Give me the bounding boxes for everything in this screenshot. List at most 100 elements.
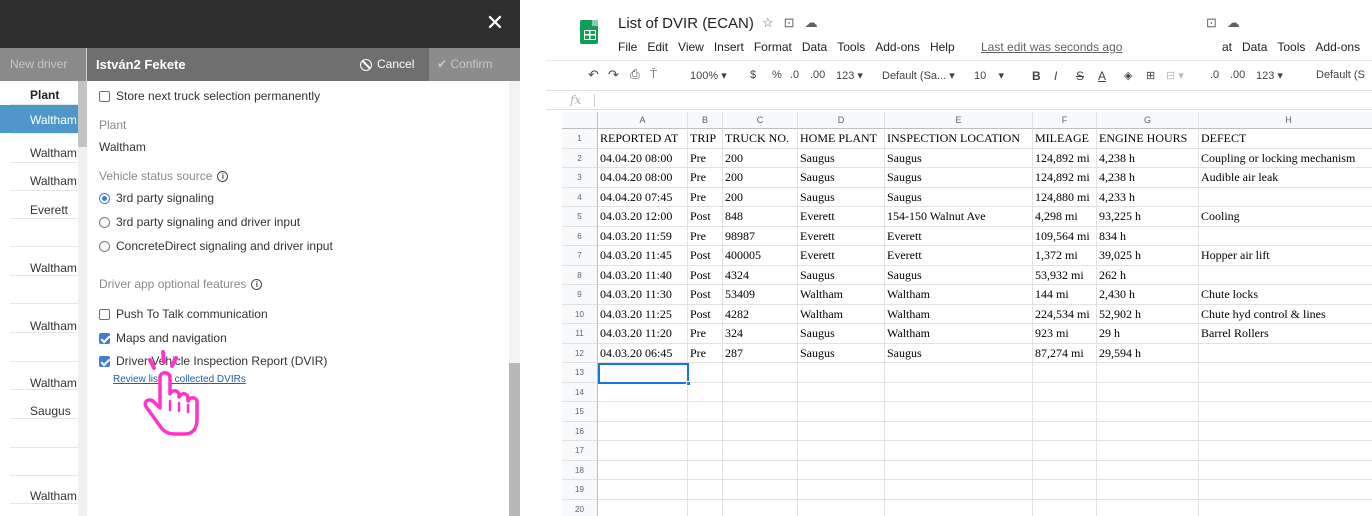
- empty-cell[interactable]: [723, 421, 798, 441]
- empty-cell[interactable]: [798, 421, 885, 441]
- empty-cell[interactable]: [1033, 480, 1097, 500]
- empty-cell[interactable]: [798, 402, 885, 422]
- table-cell[interactable]: Pre: [688, 324, 723, 344]
- empty-cell[interactable]: [598, 441, 688, 461]
- row-header[interactable]: 17: [562, 441, 598, 461]
- empty-cell[interactable]: [1097, 382, 1199, 402]
- print-icon[interactable]: ⎙: [630, 67, 640, 82]
- table-cell[interactable]: Everett: [885, 226, 1033, 246]
- table-cell[interactable]: INSPECTION LOCATION: [885, 129, 1033, 149]
- text-color-button[interactable]: A: [1098, 69, 1106, 83]
- empty-cell[interactable]: [598, 480, 688, 500]
- driver-list-plant[interactable]: Everett: [30, 203, 68, 217]
- row-header[interactable]: 18: [562, 460, 598, 480]
- empty-cell[interactable]: [798, 382, 885, 402]
- table-cell[interactable]: 154-150 Walnut Ave: [885, 207, 1033, 227]
- driver-list-plant[interactable]: Waltham: [30, 146, 77, 160]
- empty-cell[interactable]: [798, 363, 885, 383]
- empty-cell[interactable]: [1199, 266, 1372, 285]
- increase-decimal-button-2[interactable]: .00: [1230, 69, 1245, 81]
- table-cell[interactable]: Coupling or locking mechanism: [1199, 149, 1372, 168]
- table-cell[interactable]: 04.03.20 11:30: [598, 285, 688, 305]
- table-cell[interactable]: 53,932 mi: [1033, 265, 1097, 285]
- cloud-status-icon[interactable]: ☁: [805, 15, 818, 31]
- empty-cell[interactable]: [1097, 421, 1199, 441]
- column-header-b[interactable]: B: [688, 112, 723, 129]
- redo-icon[interactable]: ↷: [608, 67, 619, 83]
- increase-decimal-button[interactable]: .00: [810, 69, 825, 81]
- empty-cell[interactable]: [688, 382, 723, 402]
- empty-cell[interactable]: [1199, 500, 1372, 516]
- currency-button[interactable]: $: [750, 69, 756, 81]
- row-header[interactable]: 11: [562, 324, 598, 344]
- dvir-checkbox[interactable]: [99, 355, 110, 367]
- table-cell[interactable]: Everett: [798, 226, 885, 246]
- fill-handle[interactable]: [686, 380, 691, 386]
- feature-push-to-talk[interactable]: Push To Talk communication: [99, 307, 268, 321]
- driver-list-plant[interactable]: Waltham: [30, 489, 77, 503]
- list-scrollbar[interactable]: [78, 81, 87, 516]
- table-cell[interactable]: 4324: [723, 265, 798, 285]
- table-cell[interactable]: 04.03.20 12:00: [598, 207, 688, 227]
- table-cell[interactable]: 4,298 mi: [1033, 207, 1097, 227]
- table-cell[interactable]: 04.03.20 11:20: [598, 324, 688, 344]
- new-driver-button[interactable]: New driver: [0, 48, 86, 81]
- empty-cell[interactable]: [1033, 421, 1097, 441]
- menu-add-ons[interactable]: Add-ons: [875, 40, 920, 54]
- table-cell[interactable]: 29,594 h: [1097, 343, 1199, 363]
- table-cell[interactable]: HOME PLANT: [798, 129, 885, 149]
- empty-cell[interactable]: [1097, 363, 1199, 383]
- table-cell[interactable]: 200: [723, 187, 798, 207]
- table-cell[interactable]: 04.03.20 11:45: [598, 246, 688, 266]
- borders-icon[interactable]: ⊞: [1146, 69, 1155, 82]
- empty-cell[interactable]: [598, 421, 688, 441]
- table-cell[interactable]: Saugus: [798, 168, 885, 188]
- empty-cell[interactable]: [1199, 480, 1372, 500]
- table-cell[interactable]: 04.04.20 08:00: [598, 168, 688, 188]
- table-cell[interactable]: 04.04.20 07:45: [598, 187, 688, 207]
- selected-cell-outline[interactable]: [598, 363, 689, 384]
- empty-cell[interactable]: [688, 460, 723, 480]
- empty-cell[interactable]: [598, 402, 688, 422]
- radio-icon[interactable]: [99, 216, 110, 228]
- row-header[interactable]: 2: [562, 148, 598, 168]
- table-cell[interactable]: 04.03.20 11:59: [598, 226, 688, 246]
- table-cell[interactable]: 4,238 h: [1097, 148, 1199, 168]
- table-cell[interactable]: Post: [688, 265, 723, 285]
- driver-list-plant[interactable]: Waltham: [30, 319, 77, 333]
- menu-tools[interactable]: Tools: [837, 40, 865, 54]
- row-header[interactable]: 13: [562, 363, 598, 383]
- table-cell[interactable]: Pre: [688, 187, 723, 207]
- last-edit-link[interactable]: Last edit was seconds ago: [981, 40, 1122, 54]
- menu-file[interactable]: File: [618, 40, 637, 54]
- table-cell[interactable]: Saugus: [798, 343, 885, 363]
- empty-cell[interactable]: [688, 480, 723, 500]
- radio-icon[interactable]: [99, 192, 110, 204]
- table-cell[interactable]: Waltham: [885, 304, 1033, 324]
- empty-cell[interactable]: [798, 480, 885, 500]
- row-header[interactable]: 9: [562, 285, 598, 305]
- close-icon[interactable]: ✕: [482, 10, 508, 36]
- font-select[interactable]: Default (Sa... ▾: [882, 69, 955, 82]
- empty-cell[interactable]: [1199, 227, 1372, 246]
- decrease-decimal-button-2[interactable]: .0: [1210, 69, 1219, 81]
- cancel-button[interactable]: Cancel: [360, 48, 414, 81]
- store-truck-checkbox[interactable]: [99, 90, 110, 102]
- font-select-2[interactable]: Default (S: [1316, 69, 1365, 81]
- strikethrough-button[interactable]: S: [1076, 69, 1084, 83]
- fill-color-icon[interactable]: ◈: [1124, 69, 1132, 82]
- info-icon[interactable]: i: [217, 170, 229, 182]
- empty-cell[interactable]: [598, 460, 688, 480]
- table-cell[interactable]: Hopper air lift: [1199, 246, 1372, 266]
- cloud-status-icon[interactable]: ☁: [1227, 15, 1240, 31]
- row-header[interactable]: 4: [562, 187, 598, 207]
- row-header[interactable]: 20: [562, 499, 598, 516]
- row-header[interactable]: 7: [562, 246, 598, 266]
- empty-cell[interactable]: [885, 421, 1033, 441]
- table-cell[interactable]: Saugus: [798, 148, 885, 168]
- empty-cell[interactable]: [723, 441, 798, 461]
- table-cell[interactable]: Waltham: [798, 285, 885, 305]
- table-cell[interactable]: TRUCK NO.: [723, 129, 798, 149]
- table-cell[interactable]: MILEAGE: [1033, 129, 1097, 149]
- table-cell[interactable]: 04.03.20 11:40: [598, 265, 688, 285]
